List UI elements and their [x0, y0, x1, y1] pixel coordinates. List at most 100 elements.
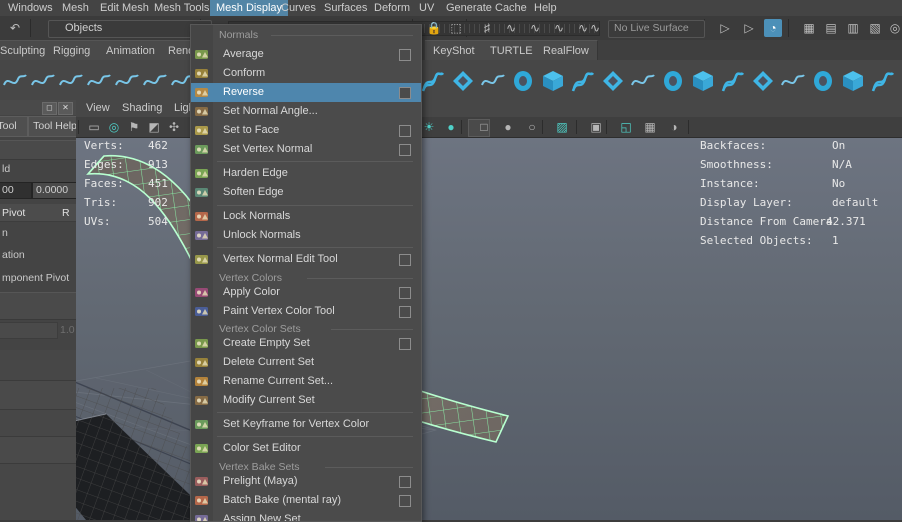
snap-point-icon[interactable]: ∿ — [526, 19, 544, 37]
wedge-icon[interactable] — [750, 68, 776, 94]
menu-item-option-box[interactable] — [399, 49, 411, 61]
curve-smooth-icon[interactable] — [142, 68, 168, 94]
menu-item-apply-color[interactable]: Apply Color — [191, 283, 421, 302]
selection-mode-field[interactable]: Objects — [48, 20, 212, 38]
menu-item-set-vertex-normal[interactable]: Set Vertex Normal — [191, 140, 421, 159]
highlight-selection-icon[interactable]: ⬚ — [447, 19, 465, 37]
menu-item-option-box[interactable] — [399, 476, 411, 488]
smooth-shade-icon[interactable]: ● — [500, 119, 516, 135]
menu-item-option-box[interactable] — [399, 338, 411, 350]
xray-icon[interactable]: ▣ — [588, 119, 604, 135]
menu-item-create-empty-set[interactable]: Create Empty Set — [191, 334, 421, 353]
channel-box-icon[interactable]: ▧ — [866, 19, 884, 37]
viewport-menu-view[interactable]: View — [80, 100, 116, 117]
render-current-frame-icon[interactable]: ▷ — [740, 19, 758, 37]
separate-icon[interactable] — [840, 68, 866, 94]
menu-mesh-tools[interactable]: Mesh Tools — [148, 0, 215, 16]
polycube-icon[interactable] — [630, 68, 656, 94]
option-row-1[interactable]: ation — [2, 249, 25, 261]
lock-icon[interactable]: 🔒 — [425, 19, 443, 37]
menu-item-set-keyframe-for-vertex-color[interactable]: Set Keyframe for Vertex Color — [191, 415, 421, 434]
realflow-mesh-icon[interactable] — [510, 68, 536, 94]
undo-icon[interactable]: ↶ — [6, 19, 24, 37]
bookmark-icon[interactable]: ⚑ — [126, 119, 142, 135]
option-row-2[interactable]: mponent Pivot — [2, 272, 69, 284]
menu-item-option-box[interactable] — [399, 287, 411, 299]
camera-attributes-icon[interactable]: ◎ — [106, 119, 122, 135]
menu-item-unlock-normals[interactable]: Unlock Normals — [191, 226, 421, 245]
make-live-icon[interactable]: ∿ — [586, 19, 604, 37]
bevel-icon[interactable] — [660, 68, 686, 94]
menu-item-option-box[interactable] — [399, 125, 411, 137]
menu-item-conform[interactable]: Conform — [191, 64, 421, 83]
menu-item-option-box[interactable] — [399, 87, 411, 99]
curve-ep-icon[interactable] — [2, 68, 28, 94]
menu-item-soften-edge[interactable]: Soften Edge — [191, 183, 421, 202]
curve-attach-icon[interactable] — [58, 68, 84, 94]
menu-item-set-normal-angle[interactable]: Set Normal Angle... — [191, 102, 421, 121]
slider-track[interactable] — [0, 322, 58, 339]
menu-item-rename-current-set[interactable]: Rename Current Set... — [191, 372, 421, 391]
revolve-icon[interactable] — [480, 68, 506, 94]
isolate-select-icon[interactable]: ◱ — [618, 119, 634, 135]
menu-item-vertex-normal-edit-tool[interactable]: Vertex Normal Edit Tool — [191, 250, 421, 269]
menu-item-prelight-maya[interactable]: Prelight (Maya) — [191, 472, 421, 491]
attribute-editor-icon[interactable]: ▤ — [822, 19, 840, 37]
menu-help[interactable]: Help — [528, 0, 563, 16]
tab-tool-help[interactable]: Tool Help — [28, 116, 77, 137]
particle-emitter-icon[interactable] — [570, 68, 596, 94]
menu-curves[interactable]: Curves — [275, 0, 322, 16]
menu-item-average[interactable]: Average — [191, 45, 421, 64]
curve-offset-icon[interactable] — [86, 68, 112, 94]
menu-mesh[interactable]: Mesh — [56, 0, 95, 16]
shelf-tab-keyshot[interactable]: KeyShot — [425, 40, 484, 61]
menu-item-option-box[interactable] — [399, 144, 411, 156]
shelf-tab-turtle[interactable]: TURTLE — [482, 40, 542, 61]
smooth-icon[interactable] — [780, 68, 806, 94]
menu-deform[interactable]: Deform — [368, 0, 416, 16]
menu-item-option-box[interactable] — [399, 254, 411, 266]
boolean-icon[interactable] — [870, 68, 896, 94]
shelf-tab-realflow[interactable]: RealFlow — [535, 40, 598, 61]
nurbs-sphere-icon[interactable] — [420, 68, 446, 94]
tool-settings-icon[interactable]: ▥ — [844, 19, 862, 37]
image-plane-icon[interactable]: ◩ — [146, 119, 162, 135]
menu-item-reverse[interactable]: Reverse — [191, 83, 421, 102]
menu-item-paint-vertex-color-tool[interactable]: Paint Vertex Color Tool — [191, 302, 421, 321]
fluid-container-icon[interactable] — [540, 68, 566, 94]
menu-item-set-to-face[interactable]: Set to Face — [191, 121, 421, 140]
menu-item-modify-current-set[interactable]: Modify Current Set — [191, 391, 421, 410]
shelf-tab-animation[interactable]: Animation — [98, 40, 164, 61]
menu-item-option-box[interactable] — [399, 495, 411, 507]
menu-item-lock-normals[interactable]: Lock Normals — [191, 207, 421, 226]
menu-surfaces[interactable]: Surfaces — [318, 0, 373, 16]
menu-item-option-box[interactable] — [399, 306, 411, 318]
textured-icon[interactable]: ▨ — [554, 119, 570, 135]
curve-reverse-icon[interactable] — [114, 68, 140, 94]
menu-cache[interactable]: Cache — [489, 0, 533, 16]
display-editor-icon[interactable]: ▦ — [800, 19, 818, 37]
two-d-pan-zoom-icon[interactable]: ✣ — [166, 119, 182, 135]
snap-projected-center-icon[interactable]: ∿ — [550, 19, 568, 37]
menu-item-batch-bake-mental-ray[interactable]: Batch Bake (mental ray) — [191, 491, 421, 510]
ipr-render-icon[interactable]: ◔ — [764, 19, 782, 37]
snap-curve-icon[interactable]: ∿ — [502, 19, 520, 37]
live-surface-field[interactable]: No Live Surface — [608, 20, 705, 38]
snap-grid-icon[interactable]: ♯ — [478, 19, 496, 37]
light-icon[interactable]: ☀ — [421, 119, 437, 135]
bridge-icon[interactable] — [720, 68, 746, 94]
exposure-icon[interactable]: ◑ — [666, 119, 682, 135]
menu-edit-mesh[interactable]: Edit Mesh — [94, 0, 155, 16]
combine-icon[interactable] — [810, 68, 836, 94]
curve-cut-icon[interactable] — [30, 68, 56, 94]
mesh-display-dropdown-menu[interactable]: NormalsAverageConformReverseSet Normal A… — [190, 24, 422, 522]
nurbs-torus-icon[interactable] — [450, 68, 476, 94]
menu-item-color-set-editor[interactable]: Color Set Editor — [191, 439, 421, 458]
camera-icon[interactable]: ▭ — [86, 119, 102, 135]
menu-item-delete-current-set[interactable]: Delete Current Set — [191, 353, 421, 372]
undock-panel-button[interactable]: ◻ — [42, 102, 57, 115]
menu-uv[interactable]: UV — [413, 0, 440, 16]
wireframe-shaded-icon[interactable]: □ — [476, 119, 492, 135]
shadows-icon[interactable]: ● — [443, 119, 459, 135]
option-row-0[interactable]: n — [2, 227, 8, 239]
